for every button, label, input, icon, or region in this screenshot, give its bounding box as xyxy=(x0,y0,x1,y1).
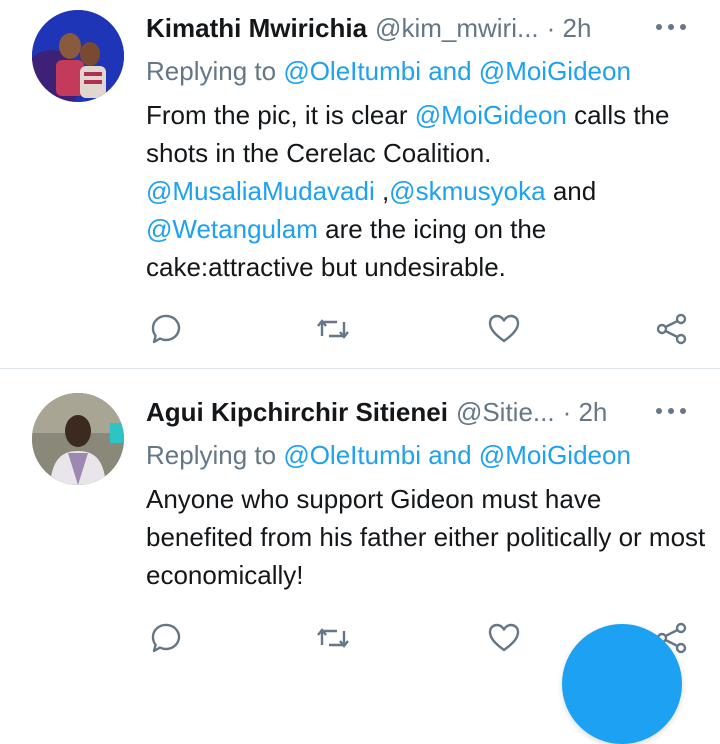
retweet-icon xyxy=(317,319,349,339)
retweet-button[interactable] xyxy=(313,618,353,658)
tweet-text: From the pic, it is clear @MoiGideon cal… xyxy=(146,96,706,286)
reply-icon xyxy=(151,623,181,653)
tweet-actions xyxy=(146,309,691,349)
replying-to: Replying to @OleItumbi and @MoiGideon xyxy=(146,440,631,471)
author-handle[interactable]: @kim_mwiri... xyxy=(375,13,539,44)
mention-link[interactable]: @MoiGideon xyxy=(479,440,631,470)
replying-and[interactable]: and xyxy=(421,56,479,86)
tweet-2[interactable]: Agui Kipchirchir Sitienei @Sitie... · 2h… xyxy=(0,369,720,668)
like-icon xyxy=(488,623,520,652)
replying-prefix: Replying to xyxy=(146,56,284,86)
tweet-text-segment: and xyxy=(545,176,604,206)
replying-prefix: Replying to xyxy=(146,440,284,470)
mention-link[interactable]: @skmusyoka xyxy=(389,176,545,206)
reply-button[interactable] xyxy=(146,618,186,658)
timestamp[interactable]: · 2h xyxy=(547,13,592,44)
mention-link[interactable]: @MoiGideon xyxy=(479,56,631,86)
retweet-button[interactable] xyxy=(313,309,353,349)
avatar[interactable] xyxy=(32,10,124,102)
author-handle[interactable]: @Sitie... xyxy=(456,397,555,428)
like-icon xyxy=(488,314,520,343)
tweet-text-segment: From the pic, it is clear xyxy=(146,100,415,130)
author-name[interactable]: Agui Kipchirchir Sitienei xyxy=(146,397,448,428)
share-icon xyxy=(656,313,687,345)
compose-tweet-button[interactable] xyxy=(562,624,682,744)
like-button[interactable] xyxy=(484,618,524,658)
replying-and[interactable]: and xyxy=(421,440,479,470)
share-button[interactable] xyxy=(652,309,692,349)
author-name[interactable]: Kimathi Mwirichia xyxy=(146,13,367,44)
tweet-header: Kimathi Mwirichia @kim_mwiri... · 2h xyxy=(146,10,686,46)
timestamp[interactable]: · 2h xyxy=(563,397,608,428)
mention-link[interactable]: @OleItumbi xyxy=(283,56,421,86)
like-button[interactable] xyxy=(484,309,524,349)
tweet-text: Anyone who support Gideon must have bene… xyxy=(146,480,706,594)
tweet-header: Agui Kipchirchir Sitienei @Sitie... · 2h xyxy=(146,394,686,430)
tweet-text-segment: , xyxy=(374,176,390,206)
more-icon[interactable] xyxy=(656,24,686,32)
mention-link[interactable]: @Wetangulam xyxy=(146,214,318,244)
replying-to: Replying to @OleItumbi and @MoiGideon xyxy=(146,56,631,87)
mention-link[interactable]: @MusaliaMudavadi xyxy=(146,176,375,206)
more-icon[interactable] xyxy=(656,408,686,416)
reply-button[interactable] xyxy=(146,309,186,349)
tweet-text-segment: Anyone who support Gideon must have bene… xyxy=(146,484,713,590)
retweet-icon xyxy=(317,628,349,648)
reply-icon xyxy=(151,314,181,344)
mention-link[interactable]: @OleItumbi xyxy=(283,440,421,470)
tweet-1[interactable]: Kimathi Mwirichia @kim_mwiri... · 2h Rep… xyxy=(0,0,720,368)
mention-link[interactable]: @MoiGideon xyxy=(415,100,567,130)
